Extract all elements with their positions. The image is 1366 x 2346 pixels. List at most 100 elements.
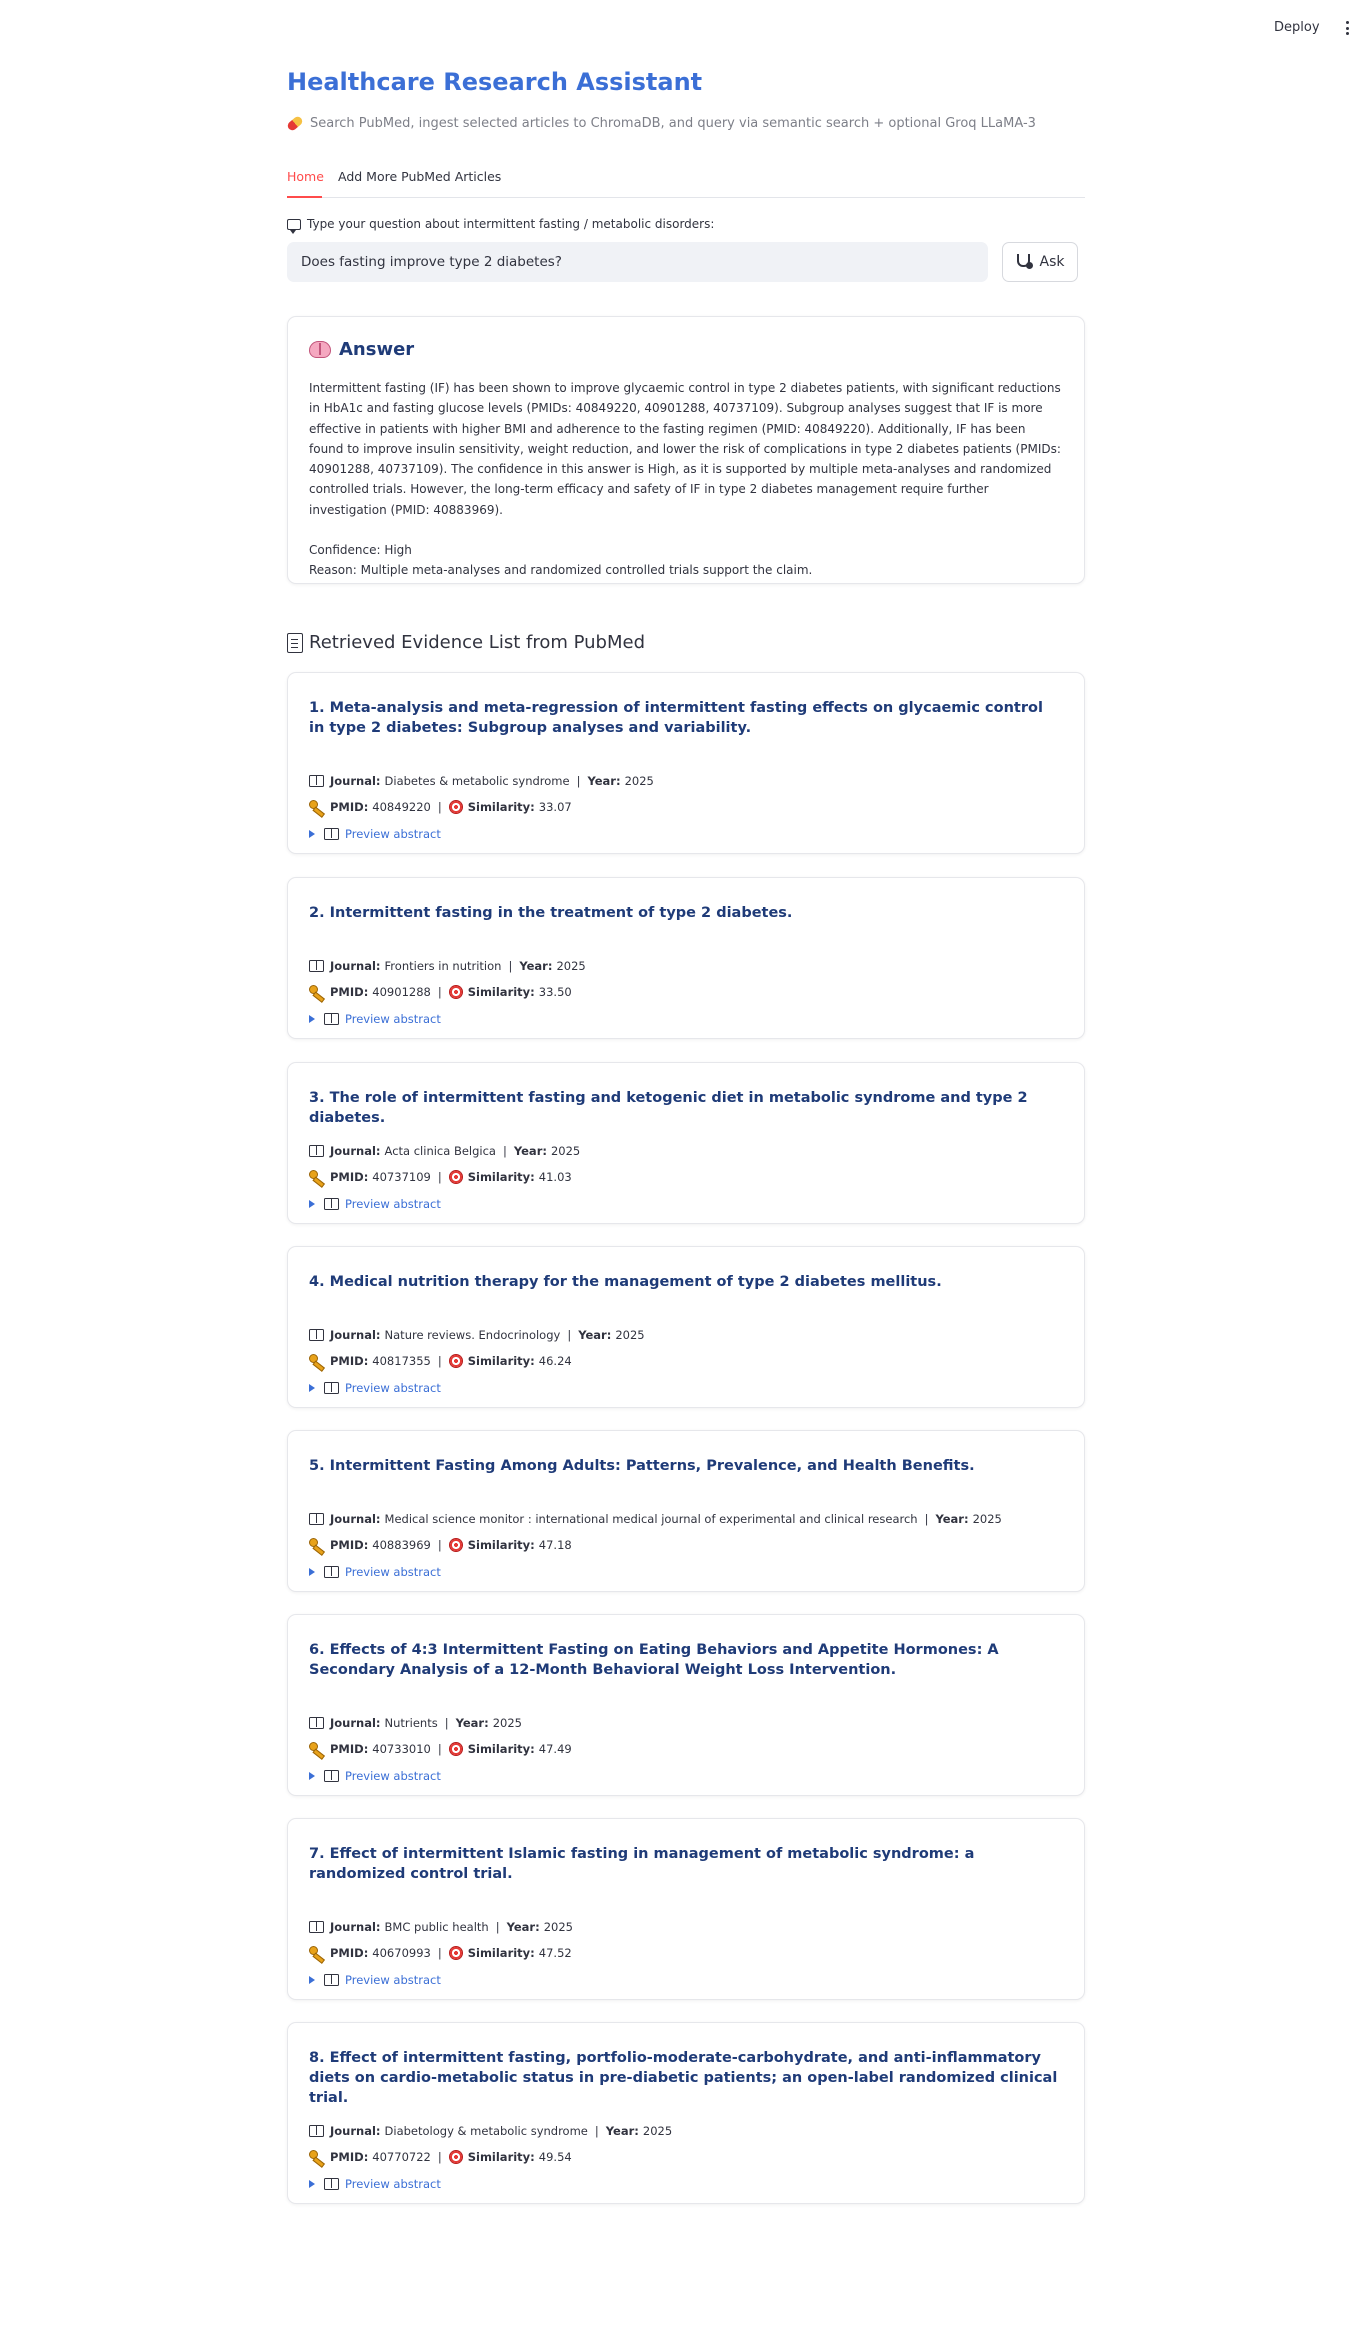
separator: | (567, 1328, 572, 1342)
evidence-card: 2. Intermittent fasting in the treatment… (287, 877, 1085, 1039)
preview-abstract-toggle[interactable]: Preview abstract (309, 1381, 441, 1395)
similarity-value: 49.54 (538, 2150, 572, 2164)
separator: | (437, 1354, 442, 1368)
pmid-row: PMID: 40737109 | Similarity: 41.03 (309, 1170, 572, 1184)
year-value: 2025 (615, 1328, 645, 1342)
evidence-card: 6. Effects of 4:3 Intermittent Fasting o… (287, 1614, 1085, 1796)
active-tab-indicator (287, 196, 322, 198)
key-icon (309, 1354, 325, 1368)
preview-abstract-toggle[interactable]: Preview abstract (309, 1012, 441, 1026)
preview-abstract-toggle[interactable]: Preview abstract (309, 1973, 441, 1987)
deploy-button[interactable]: Deploy (1274, 20, 1320, 35)
journal-label: Journal: (330, 1920, 381, 1934)
book-icon (309, 1717, 324, 1729)
evidence-card: 3. The role of intermittent fasting and … (287, 1062, 1085, 1224)
journal-value: Frontiers in nutrition (384, 959, 502, 973)
key-icon (309, 1946, 325, 1960)
journal-value: BMC public health (384, 1920, 489, 1934)
separator: | (502, 1144, 507, 1158)
reason-text: Reason: Multiple meta-analyses and rando… (309, 563, 813, 578)
preview-abstract-toggle[interactable]: Preview abstract (309, 1565, 441, 1579)
target-icon (448, 1538, 463, 1552)
journal-value: Diabetology & metabolic syndrome (384, 2124, 588, 2138)
separator: | (576, 774, 581, 788)
evidence-card: 5. Intermittent Fasting Among Adults: Pa… (287, 1430, 1085, 1592)
preview-abstract-label: Preview abstract (345, 1973, 441, 1987)
book-icon (309, 1513, 324, 1525)
answer-confidence-block: Confidence: High Reason: Multiple meta-a… (309, 540, 1063, 580)
target-icon (448, 2150, 463, 2164)
speech-bubble-icon (287, 218, 301, 234)
year-label: Year: (587, 774, 621, 788)
key-icon (309, 2150, 325, 2164)
evidence-title: 1. Meta-analysis and meta-regression of … (309, 700, 1043, 736)
stethoscope-icon (1016, 253, 1034, 271)
journal-row: Journal: BMC public health | Year: 2025 (309, 1920, 573, 1934)
expand-triangle-icon (309, 1015, 315, 1023)
expand-triangle-icon (309, 830, 315, 838)
pmid-row: PMID: 40849220 | Similarity: 33.07 (309, 800, 572, 814)
separator: | (594, 2124, 599, 2138)
key-icon (309, 985, 325, 999)
target-icon (448, 800, 463, 814)
evidence-card: 4. Medical nutrition therapy for the man… (287, 1246, 1085, 1408)
ask-button[interactable]: Ask (1002, 242, 1078, 282)
kebab-menu-icon[interactable] (1346, 21, 1350, 37)
year-value: 2025 (556, 959, 586, 973)
question-input[interactable] (287, 242, 988, 282)
book-icon (309, 1921, 324, 1933)
preview-abstract-label: Preview abstract (345, 1381, 441, 1395)
tab-home[interactable]: Home (287, 169, 324, 184)
target-icon (448, 1170, 463, 1184)
pill-icon (285, 114, 305, 133)
evidence-title: 8. Effect of intermittent fasting, portf… (309, 2050, 1058, 2106)
preview-abstract-label: Preview abstract (345, 827, 441, 841)
book-icon (309, 1329, 324, 1341)
pmid-row: PMID: 40670993 | Similarity: 47.52 (309, 1946, 572, 1960)
similarity-value: 33.07 (538, 800, 572, 814)
book-icon (309, 1145, 324, 1157)
answer-card: Answer Intermittent fasting (IF) has bee… (287, 316, 1085, 584)
preview-abstract-toggle[interactable]: Preview abstract (309, 2177, 441, 2191)
separator: | (437, 800, 442, 814)
preview-abstract-label: Preview abstract (345, 1769, 441, 1783)
similarity-value: 41.03 (538, 1170, 572, 1184)
expand-triangle-icon (309, 1976, 315, 1984)
journal-value: Acta clinica Belgica (384, 1144, 496, 1158)
year-label: Year: (605, 2124, 639, 2138)
pmid-row: PMID: 40901288 | Similarity: 33.50 (309, 985, 572, 999)
pmid-label: PMID: (330, 800, 369, 814)
preview-abstract-label: Preview abstract (345, 1012, 441, 1026)
book-icon (309, 960, 324, 972)
expand-triangle-icon (309, 1384, 315, 1392)
journal-row: Journal: Nature reviews. Endocrinology |… (309, 1328, 645, 1342)
separator: | (437, 1170, 442, 1184)
pmid-row: PMID: 40733010 | Similarity: 47.49 (309, 1742, 572, 1756)
year-value: 2025 (642, 2124, 673, 2138)
pmid-label: PMID: (330, 1170, 369, 1184)
similarity-value: 47.52 (538, 1946, 572, 1960)
pmid-label: PMID: (330, 2150, 369, 2164)
similarity-label: Similarity: (467, 1170, 535, 1184)
journal-label: Journal: (330, 959, 381, 973)
evidence-title: 5. Intermittent Fasting Among Adults: Pa… (309, 1458, 975, 1474)
key-icon (309, 1742, 325, 1756)
tab-add-more-pubmed-articles[interactable]: Add More PubMed Articles (338, 169, 501, 184)
separator: | (508, 959, 513, 973)
question-label: Type your question about intermittent fa… (287, 217, 714, 234)
pmid-value: 40883969 (372, 1538, 431, 1552)
top-toolbar: Deploy (0, 0, 1366, 58)
year-label: Year: (513, 1144, 547, 1158)
preview-abstract-toggle[interactable]: Preview abstract (309, 1197, 441, 1211)
pmid-value: 40733010 (372, 1742, 431, 1756)
preview-abstract-toggle[interactable]: Preview abstract (309, 1769, 441, 1783)
preview-abstract-toggle[interactable]: Preview abstract (309, 827, 441, 841)
tab-bar: Home Add More PubMed Articles (287, 164, 1085, 198)
key-icon (309, 1170, 325, 1184)
evidence-card: 8. Effect of intermittent fasting, portf… (287, 2022, 1085, 2204)
book-icon (324, 1770, 339, 1782)
evidence-title: 7. Effect of intermittent Islamic fastin… (309, 1846, 975, 1882)
target-icon (448, 985, 463, 999)
pmid-value: 40901288 (372, 985, 431, 999)
year-label: Year: (506, 1920, 540, 1934)
